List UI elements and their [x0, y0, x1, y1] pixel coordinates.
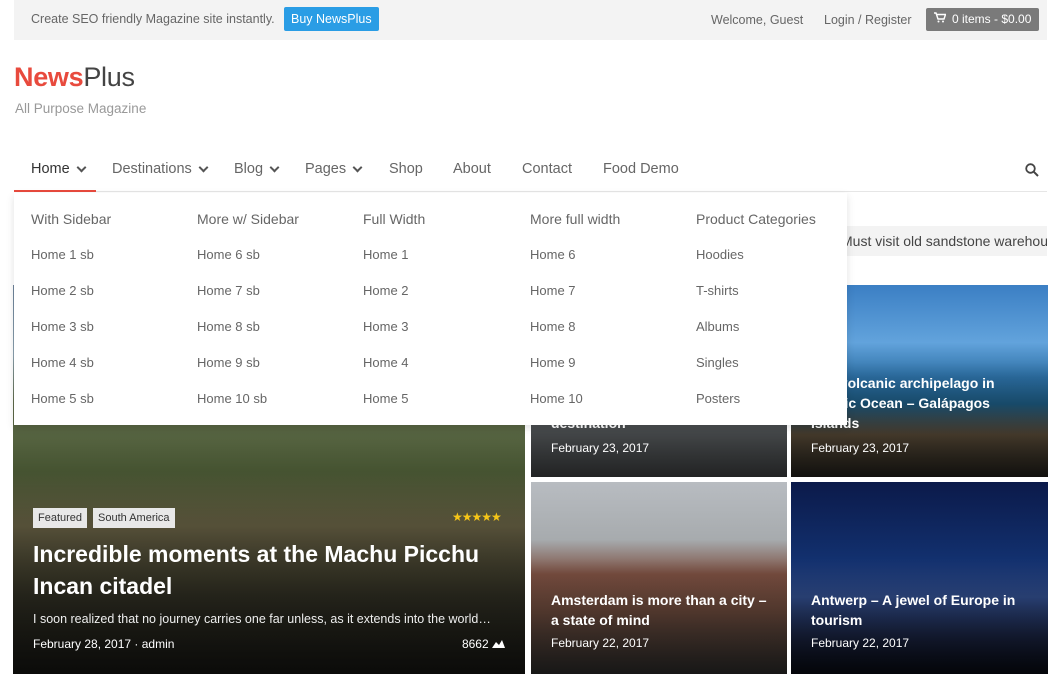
mega-column-heading: With Sidebar [31, 211, 112, 227]
mega-link[interactable]: Home 7 [530, 283, 576, 298]
cart-icon [934, 8, 948, 31]
star-rating: ★★★★★ [452, 510, 502, 524]
post-date: February 28, 2017 [33, 637, 132, 651]
mega-link[interactable]: Home 4 sb [31, 355, 94, 370]
mega-column-heading: Full Width [363, 211, 426, 227]
nav-blog-label: Blog [234, 161, 264, 177]
category-badge[interactable]: Featured [33, 508, 88, 528]
featured-excerpt: I soon realized that no journey carries … [33, 612, 491, 626]
chevron-down-icon [269, 162, 280, 173]
view-count-value: 8662 [461, 637, 489, 651]
search-icon[interactable] [1025, 163, 1039, 177]
cart-button[interactable]: 0 items - $0.00 [926, 8, 1040, 31]
site-logo[interactable]: NewsPlus [14, 62, 135, 93]
nav-destinations-label: Destinations [112, 161, 192, 177]
chevron-down-icon [198, 162, 209, 173]
main-nav: Home Destinations Blog Pages Shop About … [14, 152, 1047, 192]
post-date: February 23, 2017 [551, 441, 650, 455]
post-title[interactable]: Amsterdam is more than a city – a state … [551, 590, 771, 630]
nav-active-indicator [14, 190, 96, 192]
mega-link[interactable]: Home 10 sb [197, 391, 267, 406]
mega-link[interactable]: Home 1 sb [31, 247, 94, 262]
post-meta: February 28, 2017 · admin [33, 637, 175, 651]
post-tile[interactable]: Antwerp – A jewel of Europe in tourism F… [791, 482, 1048, 674]
mega-link[interactable]: Home 9 sb [197, 355, 260, 370]
nav-home-label: Home [31, 161, 70, 177]
mega-link[interactable]: Home 8 [530, 319, 576, 334]
post-author[interactable]: admin [142, 637, 175, 651]
post-title[interactable]: Antwerp – A jewel of Europe in tourism [811, 590, 1031, 630]
mega-link[interactable]: Home 1 [363, 247, 409, 262]
mega-link[interactable]: T-shirts [696, 283, 739, 298]
chevron-down-icon [76, 162, 87, 173]
post-date: February 22, 2017 [551, 636, 650, 650]
logo-news: News [14, 62, 84, 92]
mega-link[interactable]: Home 9 [530, 355, 576, 370]
logo-plus: Plus [83, 62, 135, 92]
mega-column-heading: More full width [530, 211, 621, 227]
cart-label: 0 items - $0.00 [952, 12, 1032, 26]
nav-food-demo[interactable]: Food Demo [603, 161, 679, 177]
mega-link[interactable]: Home 5 sb [31, 391, 94, 406]
mega-link[interactable]: Hoodies [696, 247, 744, 262]
nav-destinations[interactable]: Destinations [112, 161, 209, 177]
buy-newsplus-button[interactable]: Buy NewsPlus [284, 7, 379, 31]
post-tile[interactable]: Amsterdam is more than a city – a state … [531, 482, 787, 674]
home-mega-menu: With Sidebar Home 1 sb Home 2 sb Home 3 … [14, 193, 847, 425]
mega-link[interactable]: Home 6 sb [197, 247, 260, 262]
site-tagline: All Purpose Magazine [15, 101, 147, 116]
nav-about[interactable]: About [453, 161, 491, 177]
mega-link[interactable]: Home 10 [530, 391, 583, 406]
mega-link[interactable]: Albums [696, 319, 739, 334]
mega-link[interactable]: Home 5 [363, 391, 409, 406]
nav-home[interactable]: Home [31, 161, 87, 177]
mega-column-heading: More w/ Sidebar [197, 211, 299, 227]
mega-link[interactable]: Home 7 sb [197, 283, 260, 298]
mega-link[interactable]: Home 8 sb [197, 319, 260, 334]
mega-column-heading: Product Categories [696, 211, 816, 227]
login-register-link[interactable]: Login / Register [824, 13, 912, 27]
views-icon [492, 637, 505, 651]
category-badge[interactable]: South America [93, 508, 175, 528]
mega-link[interactable]: Singles [696, 355, 739, 370]
nav-blog[interactable]: Blog [234, 161, 280, 177]
mega-link[interactable]: Home 2 sb [31, 283, 94, 298]
mega-link[interactable]: Home 4 [363, 355, 409, 370]
chevron-down-icon [352, 162, 363, 173]
ticker-headline[interactable]: Must visit old sandstone warehouses [841, 233, 1047, 249]
post-date: February 23, 2017 [811, 441, 910, 455]
nav-pages-label: Pages [305, 161, 347, 177]
nav-pages[interactable]: Pages [305, 161, 363, 177]
nav-contact[interactable]: Contact [522, 161, 572, 177]
nav-shop[interactable]: Shop [389, 161, 423, 177]
welcome-text: Welcome, Guest [711, 13, 804, 27]
top-bar: Create SEO friendly Magazine site instan… [14, 0, 1047, 40]
post-date: February 22, 2017 [811, 636, 910, 650]
mega-link[interactable]: Home 3 [363, 319, 409, 334]
mega-link[interactable]: Posters [696, 391, 740, 406]
mega-link[interactable]: Home 2 [363, 283, 409, 298]
view-count: 8662 [462, 637, 505, 651]
featured-title[interactable]: Incredible moments at the Machu Picchu I… [33, 538, 503, 602]
promo-text: Create SEO friendly Magazine site instan… [31, 12, 275, 26]
mega-link[interactable]: Home 3 sb [31, 319, 94, 334]
mega-link[interactable]: Home 6 [530, 247, 576, 262]
